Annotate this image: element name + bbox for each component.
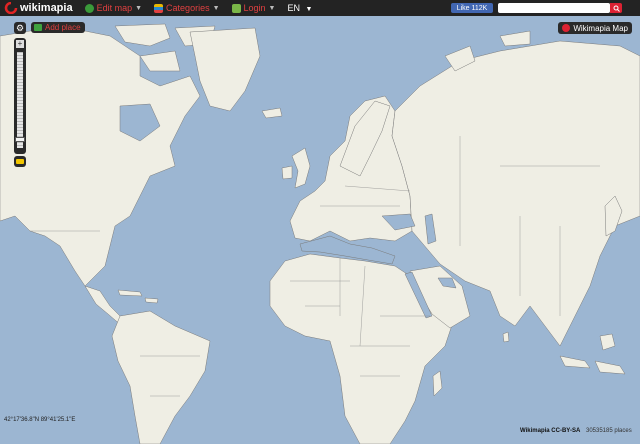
layers-icon xyxy=(16,159,24,164)
land-sri-lanka xyxy=(502,331,510,343)
zoom-in-button[interactable]: + xyxy=(16,40,24,48)
wikimapia-logo-icon xyxy=(4,2,18,14)
menu-edit-map[interactable]: Edit map ▼ xyxy=(84,3,143,13)
search-input[interactable] xyxy=(498,3,610,13)
zoom-slider-track[interactable] xyxy=(17,52,23,148)
cursor-coordinates: 42°17'36.8"N 89°41'25.1"E xyxy=(4,417,76,423)
menu-edit-map-label: Edit map xyxy=(96,3,133,13)
facebook-like-button[interactable]: Like 112K xyxy=(451,3,493,13)
language-selector[interactable]: EN ▼ xyxy=(287,3,312,13)
gear-icon: ⚙ xyxy=(15,22,25,33)
add-place-icon xyxy=(34,24,42,31)
map-type-button[interactable]: Wikimapia Map xyxy=(558,22,632,34)
land-ireland xyxy=(281,165,293,180)
add-place-label: Add place xyxy=(45,23,81,32)
like-label: Like 112K xyxy=(456,4,488,12)
zoom-control: + xyxy=(14,38,26,154)
wikimapia-logo[interactable]: wikimapia xyxy=(4,2,73,14)
zoom-slider-handle[interactable] xyxy=(15,137,25,142)
menu-categories[interactable]: Categories ▼ xyxy=(154,3,220,13)
search-button[interactable] xyxy=(610,3,622,13)
map-type-label: Wikimapia Map xyxy=(573,23,628,33)
chevron-down-icon: ▼ xyxy=(268,4,276,12)
layers-button[interactable] xyxy=(14,156,26,167)
chevron-down-icon: ▼ xyxy=(135,4,143,12)
wikimapia-icon xyxy=(562,24,571,32)
world-map[interactable] xyxy=(0,16,640,444)
globe-icon xyxy=(84,3,94,13)
logo-text: wikimapia xyxy=(20,2,73,14)
search-icon xyxy=(613,5,620,12)
login-icon xyxy=(231,3,241,13)
menu-login[interactable]: Login ▼ xyxy=(231,3,276,13)
language-label: EN xyxy=(287,3,300,13)
map-credits[interactable]: Wikimapia CC-BY-SA xyxy=(520,428,580,434)
places-count: 30535185 places xyxy=(586,428,632,434)
categories-icon xyxy=(154,3,164,13)
add-place-button[interactable]: Add place xyxy=(31,22,85,33)
chevron-down-icon: ▼ xyxy=(212,4,220,12)
chevron-down-icon: ▼ xyxy=(305,6,313,13)
settings-button[interactable]: ⚙ xyxy=(14,22,26,34)
menu-login-label: Login xyxy=(243,3,266,13)
menu-categories-label: Categories xyxy=(166,3,210,13)
